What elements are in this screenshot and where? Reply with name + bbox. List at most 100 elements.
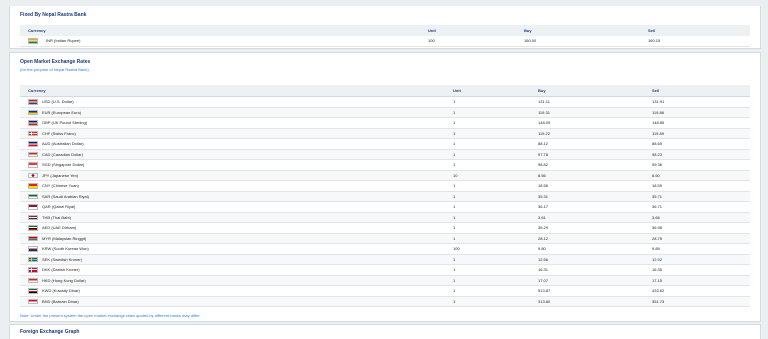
currency-name: HKD (Hong Kong Dollar) <box>42 277 86 283</box>
currency-unit: 1 <box>453 162 456 167</box>
currency-name: SGD (Singapore Dollar) <box>42 162 85 167</box>
currency-name: KWD (Kuwaity Dinar) <box>42 288 80 293</box>
currency-buy: 98.82 <box>538 162 549 167</box>
currency-name: QAR (Qatari Riyal) <box>42 204 76 209</box>
currency-buy: 28.12 <box>538 235 549 241</box>
eu-flag-icon <box>28 109 38 115</box>
col-currency: Currency <box>28 88 46 93</box>
currency-unit: 1 <box>453 256 456 262</box>
currency-unit: 1 <box>453 204 456 209</box>
table-row: GBP (UK Pound Sterling) 1 148.09 148.85 <box>20 118 750 129</box>
swiss-flag-icon <box>28 130 38 136</box>
currency-buy: 36.29 <box>538 225 549 230</box>
currency-buy: 119.31 <box>538 109 550 115</box>
table-row: MYR (Malaysian Ringgit) 1 28.12 28.75 <box>20 233 750 244</box>
korea-flag-icon <box>28 246 38 252</box>
currency-sell: 8.60 <box>652 172 660 178</box>
table-row: SAR (Saudi Arabian Riyal) 1 35.31 35.71 <box>20 191 750 202</box>
currency-name: DKK (Danish Kroner) <box>42 267 80 272</box>
saudi-flag-icon <box>28 193 38 199</box>
currency-name: AUD (Australian Dollar) <box>42 141 84 146</box>
currency-sell: 12.92 <box>652 256 663 262</box>
open-market-subtitle: (for the purpose of Nepal Rastra Bank) <box>20 67 89 72</box>
currency-buy: 35.31 <box>538 193 549 199</box>
currency-sell: 160.15 <box>648 38 661 43</box>
col-unit: Unit <box>453 88 461 93</box>
currency-unit: 1 <box>453 267 456 272</box>
table-row: INR (Indian Rupee) 100 160.00 160.15 <box>20 36 750 47</box>
currency-name: INR (Indian Rupee) <box>46 38 81 43</box>
currency-sell: 148.85 <box>652 120 665 125</box>
currency-sell: 28.75 <box>652 235 663 241</box>
table-row: AED (UAE Dirham) 1 36.29 36.98 <box>20 223 750 234</box>
currency-sell: 99.36 <box>652 162 663 167</box>
currency-unit: 1 <box>453 183 456 188</box>
currency-unit: 1 <box>453 120 456 125</box>
uae-flag-icon <box>28 225 38 231</box>
table-row: CNY (Chinese Yuan) 1 18.56 18.59 <box>20 181 750 192</box>
currency-buy: 36.17 <box>538 204 549 209</box>
currency-unit: 1 <box>453 298 456 304</box>
currency-sell: 17.15 <box>652 277 663 283</box>
table-row: CAD (Canadian Dollar) 1 97.78 98.23 <box>20 149 750 160</box>
uk-flag-icon <box>28 120 38 126</box>
currency-buy: 18.56 <box>538 183 549 188</box>
col-buy: Buy <box>524 28 532 33</box>
table-row: QAR (Qatari Riyal) 1 36.17 36.71 <box>20 202 750 213</box>
canada-flag-icon <box>28 151 38 157</box>
currency-unit: 100 <box>428 38 435 43</box>
japan-flag-icon <box>28 172 38 178</box>
currency-name: SAR (Saudi Arabian Riyal) <box>42 193 89 199</box>
currency-name: USD (U.S. Dollar) <box>42 99 74 104</box>
currency-unit: 1 <box>453 193 456 199</box>
currency-unit: 1 <box>453 225 456 230</box>
currency-buy: 160.00 <box>524 38 537 43</box>
table-row: THB (Thai Baht) 1 3.61 3.66 <box>20 212 750 223</box>
currency-unit: 1 <box>453 130 456 136</box>
currency-sell: 16.35 <box>652 267 663 272</box>
currency-unit: 1 <box>453 277 456 283</box>
currency-buy: 17.07 <box>538 277 549 283</box>
table-row: HKD (Hong Kong Dollar) 1 17.07 17.15 <box>20 275 750 286</box>
currency-name: CHF (Swiss Franc) <box>42 130 76 136</box>
currency-sell: 3.66 <box>652 214 660 220</box>
china-flag-icon <box>28 183 38 189</box>
currency-sell: 36.98 <box>652 225 663 230</box>
bahrain-flag-icon <box>28 298 38 304</box>
currency-buy: 131.11 <box>538 99 550 104</box>
open-market-title: Open Market Exchange Rates <box>20 59 91 65</box>
currency-buy: 88.12 <box>538 141 549 146</box>
currency-name: AED (UAE Dirham) <box>42 225 77 230</box>
col-buy: Buy <box>538 88 546 93</box>
currency-name: KRW (South Korean Won) <box>42 246 89 251</box>
currency-sell: 36.71 <box>652 204 663 209</box>
currency-buy: 9.80 <box>538 246 546 251</box>
singapore-flag-icon <box>28 162 38 168</box>
currency-unit: 1 <box>453 151 456 157</box>
table-row: CHF (Swiss Franc) 1 119.22 119.89 <box>20 128 750 139</box>
fixed-rate-title: Fixed By Nepal Rastra Bank <box>20 12 87 18</box>
currency-name: JPY (Japanese Yen) <box>42 172 79 178</box>
currency-sell: 98.23 <box>652 151 663 157</box>
currency-name: GBP (UK Pound Sterling) <box>42 120 88 125</box>
open-market-panel: Open Market Exchange Rates (for the purp… <box>9 52 761 322</box>
table-row: KRW (South Korean Won) 100 9.80 9.85 <box>20 244 750 255</box>
open-table-header: Currency Unit Buy Sell <box>20 85 750 97</box>
kuwait-flag-icon <box>28 288 38 294</box>
exchange-graph-panel: Foreign Exchange Graph <box>9 324 761 339</box>
currency-sell: 119.86 <box>652 109 664 115</box>
currency-sell: 9.85 <box>652 246 660 251</box>
col-currency: Currency <box>28 28 46 33</box>
currency-name: THB (Thai Baht) <box>42 214 71 220</box>
table-row: AUD (Australian Dollar) 1 88.12 88.65 <box>20 139 750 150</box>
australia-flag-icon <box>28 141 38 147</box>
currency-sell: 88.65 <box>652 141 663 146</box>
currency-name: CAD (Canadian Dollar) <box>42 151 83 157</box>
currency-buy: 119.22 <box>538 130 550 136</box>
exchange-graph-title: Foreign Exchange Graph <box>20 329 80 335</box>
currency-sell: 433.62 <box>652 288 665 293</box>
table-row: JPY (Japanese Yen) 10 8.56 8.60 <box>20 170 750 181</box>
col-unit: Unit <box>428 28 436 33</box>
currency-name: SEK (Swedish Kroner) <box>42 256 83 262</box>
sweden-flag-icon <box>28 256 38 262</box>
